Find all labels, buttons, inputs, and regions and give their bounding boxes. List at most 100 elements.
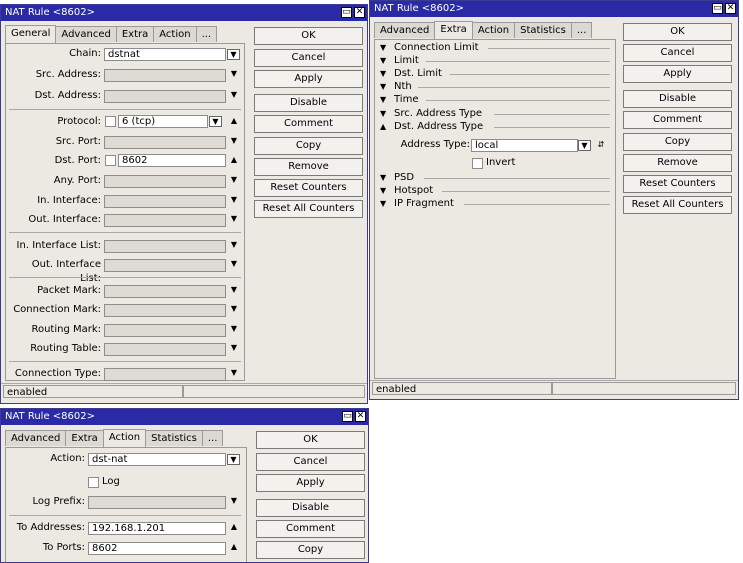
out-interface-list-field[interactable] (104, 259, 226, 272)
tab-statistics[interactable]: Statistics (145, 430, 203, 446)
section-psd[interactable]: ▼ PSD (380, 172, 414, 184)
tab-action[interactable]: Action (471, 22, 516, 38)
tab-advanced[interactable]: Advanced (55, 26, 117, 42)
dst-port-field[interactable]: 8602 (118, 154, 226, 167)
section-time[interactable]: ▼ Time (380, 94, 418, 106)
copy-button[interactable]: Copy (623, 133, 732, 151)
dst-port-collapse-icon[interactable]: ▲ (229, 154, 239, 166)
log-prefix-expand-icon[interactable]: ▼ (229, 495, 239, 507)
tab-extra[interactable]: Extra (65, 430, 104, 446)
reset-counters-button[interactable]: Reset Counters (623, 175, 732, 193)
tab-action[interactable]: Action (153, 26, 197, 42)
chain-field[interactable]: dstnat (104, 48, 226, 61)
log-prefix-field[interactable] (88, 496, 226, 509)
ok-button[interactable]: OK (254, 27, 363, 45)
apply-button[interactable]: Apply (254, 70, 363, 88)
tab-extra[interactable]: Extra (115, 26, 155, 42)
section-dst-address-type[interactable]: ▲ Dst. Address Type (380, 121, 483, 133)
dst-address-expand-icon[interactable]: ▼ (229, 89, 239, 101)
tab-statistics[interactable]: Statistics (514, 22, 572, 38)
src-port-field[interactable] (104, 136, 226, 149)
protocol-field[interactable]: 6 (tcp) (118, 115, 208, 128)
window-title-bar[interactable]: NAT Rule <8602> ▭ ✕ (1, 409, 368, 425)
routing-mark-field[interactable] (104, 324, 226, 337)
to-ports-collapse-icon[interactable]: ▲ (229, 541, 239, 553)
window-title-bar[interactable]: NAT Rule <8602> ▭ ✕ (1, 5, 367, 21)
cancel-button[interactable]: Cancel (256, 453, 365, 471)
connection-mark-field[interactable] (104, 304, 226, 317)
in-interface-list-expand-icon[interactable]: ▼ (229, 239, 239, 251)
address-type-dropdown-icon[interactable]: ▼ (578, 140, 591, 151)
packet-mark-field[interactable] (104, 285, 226, 298)
section-ip-fragment[interactable]: ▼ IP Fragment (380, 198, 454, 210)
minimize-icon[interactable]: ▭ (341, 7, 352, 18)
tab-extra[interactable]: Extra (434, 21, 473, 39)
tab-general[interactable]: General (5, 25, 57, 43)
window-title-bar[interactable]: NAT Rule <8602> ▭ ✕ (370, 1, 738, 17)
apply-button[interactable]: Apply (623, 65, 732, 83)
apply-button[interactable]: Apply (256, 474, 365, 492)
remove-button[interactable]: Remove (254, 158, 363, 176)
any-port-field[interactable] (104, 175, 226, 188)
remove-button[interactable]: Remove (623, 154, 732, 172)
to-ports-field[interactable]: 8602 (88, 542, 226, 555)
ok-button[interactable]: OK (623, 23, 732, 41)
dst-address-field[interactable] (104, 90, 226, 103)
cancel-button[interactable]: Cancel (623, 44, 732, 62)
tab-advanced[interactable]: Advanced (374, 22, 436, 38)
to-addresses-field[interactable]: 192.168.1.201 (88, 522, 226, 535)
tab-advanced[interactable]: Advanced (5, 430, 67, 446)
routing-table-field[interactable] (104, 343, 226, 356)
close-icon[interactable]: ✕ (354, 7, 365, 18)
address-type-field[interactable]: local (471, 139, 578, 152)
tab-more[interactable]: ... (570, 22, 593, 38)
protocol-collapse-icon[interactable]: ▲ (229, 115, 239, 127)
log-checkbox[interactable] (88, 477, 99, 488)
comment-button[interactable]: Comment (623, 111, 732, 129)
action-dropdown-icon[interactable]: ▼ (227, 454, 240, 465)
reset-all-counters-button[interactable]: Reset All Counters (254, 200, 363, 218)
in-interface-expand-icon[interactable]: ▼ (229, 194, 239, 206)
routing-table-expand-icon[interactable]: ▼ (229, 342, 239, 354)
src-port-expand-icon[interactable]: ▼ (229, 135, 239, 147)
to-addresses-collapse-icon[interactable]: ▲ (229, 521, 239, 533)
section-connection-limit[interactable]: ▼ Connection Limit (380, 42, 479, 54)
connection-type-field[interactable] (104, 368, 226, 381)
protocol-dropdown-icon[interactable]: ▼ (209, 116, 222, 127)
packet-mark-expand-icon[interactable]: ▼ (229, 284, 239, 296)
reset-all-counters-button[interactable]: Reset All Counters (623, 196, 732, 214)
src-address-field[interactable] (104, 69, 226, 82)
section-src-address-type[interactable]: ▼ Src. Address Type (380, 108, 482, 120)
comment-button[interactable]: Comment (256, 520, 365, 538)
comment-button[interactable]: Comment (254, 115, 363, 133)
in-interface-field[interactable] (104, 195, 226, 208)
section-dst-limit[interactable]: ▼ Dst. Limit (380, 68, 442, 80)
section-hotspot[interactable]: ▼ Hotspot (380, 185, 433, 197)
chain-dropdown-icon[interactable]: ▼ (227, 49, 240, 60)
reset-counters-button[interactable]: Reset Counters (254, 179, 363, 197)
tab-more[interactable]: ... (201, 430, 224, 446)
tab-action[interactable]: Action (102, 429, 147, 447)
address-type-spin-icon[interactable]: ⇵ (596, 139, 606, 151)
copy-button[interactable]: Copy (256, 541, 365, 559)
copy-button[interactable]: Copy (254, 137, 363, 155)
close-icon[interactable]: ✕ (355, 411, 366, 422)
disable-button[interactable]: Disable (256, 499, 365, 517)
minimize-icon[interactable]: ▭ (342, 411, 353, 422)
out-interface-list-expand-icon[interactable]: ▼ (229, 258, 239, 270)
disable-button[interactable]: Disable (254, 94, 363, 112)
routing-mark-expand-icon[interactable]: ▼ (229, 323, 239, 335)
out-interface-expand-icon[interactable]: ▼ (229, 213, 239, 225)
action-field[interactable]: dst-nat (88, 453, 226, 466)
minimize-icon[interactable]: ▭ (712, 3, 723, 14)
any-port-expand-icon[interactable]: ▼ (229, 174, 239, 186)
dst-port-negate-checkbox[interactable] (105, 155, 116, 166)
section-limit[interactable]: ▼ Limit (380, 55, 419, 67)
ok-button[interactable]: OK (256, 431, 365, 449)
protocol-negate-checkbox[interactable] (105, 116, 116, 127)
out-interface-field[interactable] (104, 214, 226, 227)
connection-mark-expand-icon[interactable]: ▼ (229, 303, 239, 315)
connection-type-expand-icon[interactable]: ▼ (229, 367, 239, 379)
close-icon[interactable]: ✕ (725, 3, 736, 14)
tab-more[interactable]: ... (195, 26, 218, 42)
